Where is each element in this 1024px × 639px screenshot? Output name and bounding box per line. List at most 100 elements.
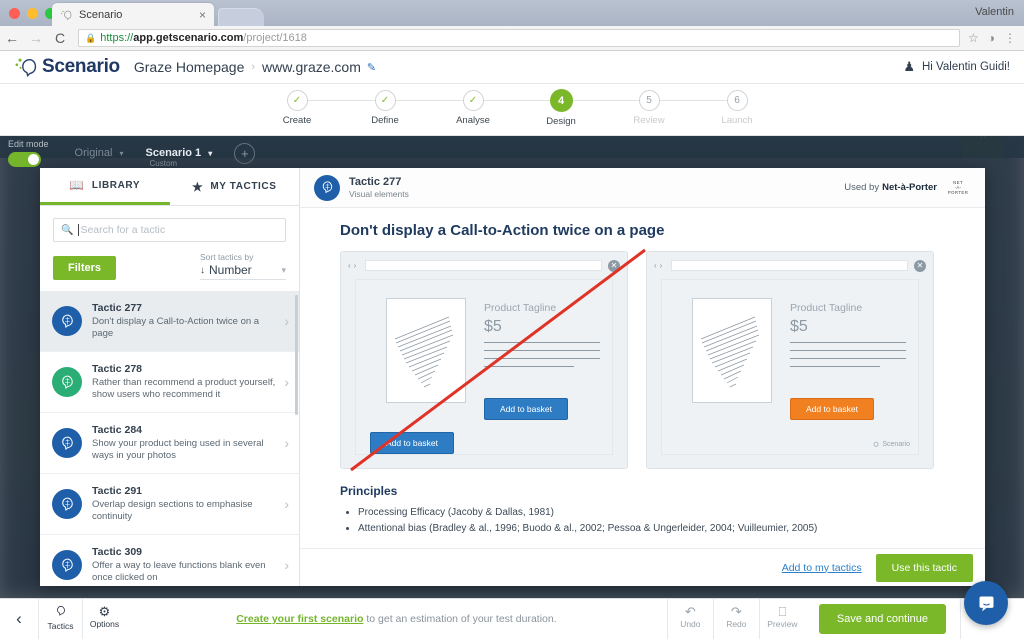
extension-icon[interactable]: ◑ [988, 31, 995, 45]
mockup-cta-duplicate: Add to basket [370, 432, 454, 454]
close-window-button[interactable] [9, 8, 20, 19]
greeting-label: Hi Valentin Guidi! [922, 61, 1010, 73]
address-bar[interactable]: 🔒 https://app.getscenario.com/project/16… [78, 29, 960, 47]
detail-tactic-id: Tactic 277 [349, 176, 402, 188]
mockup-price: $5 [790, 318, 808, 335]
search-placeholder: Search for a tactic [80, 224, 166, 236]
list-scrollbar[interactable] [295, 295, 298, 415]
chevron-right-icon[interactable]: › [278, 496, 289, 512]
edit-mode-toggle[interactable] [8, 152, 41, 167]
browser-tab[interactable]: Scenario × [52, 3, 214, 26]
create-scenario-link[interactable]: Create your first scenario [236, 613, 363, 625]
browser-menu-icon[interactable]: ⋮ [1004, 31, 1016, 45]
stepper-step-define[interactable]: ✓ Define [350, 90, 420, 134]
redo-label: Redo [726, 618, 747, 629]
preview-button[interactable]: ⎕ Preview [758, 598, 805, 639]
tactic-list-item[interactable]: Tactic 309 Offer a way to leave functions… [40, 535, 299, 586]
chevron-right-icon[interactable]: › [278, 557, 289, 573]
chevron-down-icon: ▾ [119, 149, 124, 158]
chat-launcher-button[interactable] [964, 581, 1008, 625]
stepper-step-create[interactable]: ✓ Create [262, 90, 332, 134]
tactic-list-item[interactable]: Tactic 277 Don't display a Call-to-Action… [40, 291, 299, 352]
stepper-step-label: Review [633, 115, 665, 126]
url-path: /project/1618 [243, 32, 307, 44]
product-image-placeholder [692, 298, 772, 403]
variant-original-label: Original [74, 147, 113, 159]
undo-icon: ↶ [684, 603, 696, 619]
tab-library[interactable]: 📖 LIBRARY [40, 168, 170, 205]
tactic-title: Tactic 278 [92, 363, 143, 375]
edit-pencil-icon[interactable]: ✎ [367, 61, 376, 74]
tactic-text: Tactic 278 Rather than recommend a produc… [92, 363, 278, 401]
filters-button[interactable]: Filters [53, 256, 117, 280]
chevron-right-icon[interactable]: › [278, 374, 289, 390]
mockup-next-icon: › [353, 261, 357, 270]
principles-heading: Principles [340, 484, 398, 498]
tactic-list-item[interactable]: Tactic 278 Rather than recommend a produc… [40, 352, 299, 413]
use-this-tactic-button[interactable]: Use this tactic [875, 553, 973, 582]
chevron-right-icon[interactable]: › [278, 435, 289, 451]
used-by-brand: Net-à-Porter [882, 181, 937, 193]
add-scenario-button[interactable]: + [234, 142, 256, 164]
stepper-step-review[interactable]: 5 Review [614, 90, 684, 134]
variant-scenario-1[interactable]: Scenario 1 ▾ Custom [145, 147, 213, 168]
tactic-description: Show your product being used in several … [92, 438, 264, 461]
address-bar-url: https://app.getscenario.com/project/1618 [100, 32, 307, 44]
app-header: Scenario Graze Homepage › www.graze.com … [0, 51, 1024, 84]
tactic-text: Tactic 277 Don't display a Call-to-Action… [92, 302, 278, 340]
tactic-list-item[interactable]: Tactic 284 Show your product being used i… [40, 413, 299, 474]
stepper-step-label: Launch [721, 115, 753, 126]
tactic-list-item[interactable]: Tactic 291 Overlap design sections to emp… [40, 474, 299, 535]
redo-button[interactable]: ↷ Redo [712, 598, 759, 639]
add-to-my-tactics-link[interactable]: Add to my tactics [782, 562, 862, 574]
search-input[interactable]: 🔍 Search for a tactic [53, 218, 286, 242]
brain-icon [314, 174, 340, 201]
mockup-browser-head: ‹ › ✕ [654, 259, 926, 272]
stepper-step-design[interactable]: 4 Design [526, 89, 596, 134]
net-a-porter-logo: NET -A- PORTER [947, 179, 969, 196]
brand-logo[interactable]: Scenario [14, 56, 120, 78]
forward-icon[interactable]: → [24, 31, 48, 45]
mockup-address-bar [365, 260, 602, 271]
url-scheme: https:// [100, 32, 134, 44]
lock-icon: 🔒 [85, 32, 97, 43]
sort-dropdown[interactable]: ↓ Number ▾ [200, 263, 286, 280]
minimize-window-button[interactable] [27, 8, 38, 19]
mockup-cta-primary: Add to basket [790, 398, 874, 420]
mockup-good-example: ‹ › ✕ Product Tagline $5 Add to basket S… [646, 251, 934, 469]
brain-glyph [61, 558, 73, 572]
tactic-description: Rather than recommend a product yourself… [92, 377, 276, 400]
chevron-down-icon: ▾ [281, 264, 286, 275]
user-greeting[interactable]: ♟ Hi Valentin Guidi! [903, 59, 1010, 75]
new-tab-button[interactable] [218, 8, 264, 26]
tab-label: MY TACTICS [210, 181, 277, 192]
breadcrumb-site[interactable]: www.graze.com [262, 59, 361, 75]
omnibox-icons: ☆ ◑ ⋮ [968, 31, 1024, 45]
save-and-continue-button[interactable]: Save and continue [818, 604, 946, 634]
back-icon[interactable]: ← [0, 31, 24, 45]
chevron-right-icon[interactable]: › [278, 313, 289, 329]
variant-original[interactable]: Original ▾ [75, 147, 124, 159]
reload-icon[interactable]: C [48, 31, 72, 45]
tactic-list[interactable]: Tactic 277 Don't display a Call-to-Action… [40, 291, 299, 586]
app-root: Scenario × Valentin ← → C 🔒 https://app.… [0, 0, 1024, 639]
tab-my-tactics[interactable]: ★ MY TACTICS [170, 168, 300, 205]
tactics-button[interactable]: Tactics [38, 598, 82, 639]
bookmark-star-icon[interactable]: ☆ [968, 31, 979, 45]
options-button[interactable]: ⚙ Options [82, 598, 126, 639]
window-traffic-lights[interactable] [9, 8, 56, 19]
sort-control[interactable]: Sort tactics by ↓ Number ▾ [200, 252, 286, 280]
breadcrumb-project[interactable]: Graze Homepage [134, 59, 245, 75]
back-button[interactable]: ‹ [0, 609, 38, 629]
variant-scenario-label: Scenario 1 [145, 147, 202, 159]
stepper-step-analyse[interactable]: ✓ Analyse [438, 90, 508, 134]
close-icon: ✕ [608, 259, 620, 272]
user-icon: ♟ [903, 59, 915, 74]
tab-close-icon[interactable]: × [195, 9, 206, 21]
detail-header: Tactic 277 Visual elements Used by Net-à… [300, 168, 985, 208]
stepper-step-launch[interactable]: 6 Launch [702, 90, 772, 134]
undo-label: Undo [680, 618, 701, 629]
edit-mode-control[interactable]: Edit mode [8, 139, 49, 167]
principles-list: Processing Efficacy (Jacoby & Dallas, 19… [358, 505, 945, 537]
undo-button[interactable]: ↶ Undo [666, 598, 713, 639]
